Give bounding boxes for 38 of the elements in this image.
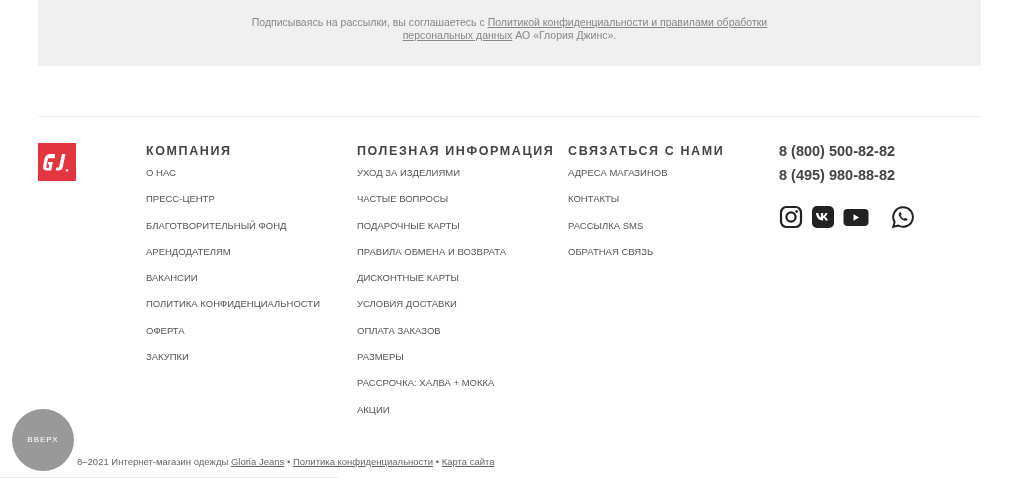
vk-icon[interactable] — [811, 205, 835, 229]
footer-link[interactable]: ОПЛАТА ЗАКАЗОВ — [357, 324, 568, 337]
footer-link[interactable]: РАЗМЕРЫ — [357, 351, 568, 364]
consent-text: Подписываясь на рассылки, вы соглашаетесь с Политикой конфиденциальности и правилами обработки персональных данных АО «Глория Джинс». — [250, 16, 769, 42]
whatsapp-icon[interactable] — [891, 205, 915, 229]
logo-icon[interactable] — [38, 143, 76, 181]
footer-link[interactable]: РАССРОЧКА: ХАЛВА + МОККА — [357, 377, 568, 390]
column-heading: КОМПАНИЯ — [146, 143, 233, 159]
column-heading: ПОЛЕЗНАЯ ИНФОРМАЦИЯ — [357, 143, 556, 159]
footer-link[interactable]: ПОЛИТИКА КОНФИДЕНЦИАЛЬНОСТИ — [146, 298, 357, 311]
footer-link[interactable]: ЧАСТЫЕ ВОПРОСЫ — [357, 193, 568, 206]
footer-link[interactable]: ОФЕРТА — [146, 324, 357, 337]
footer-bottom-link[interactable]: Политика конфиденциальности — [292, 456, 434, 467]
footer-link[interactable]: ЗАКУПКИ — [146, 351, 357, 364]
separator-dot: • — [435, 456, 439, 467]
footer-bottom-link[interactable]: Карта сайта — [441, 456, 495, 467]
footer-link[interactable]: О НАС — [146, 167, 357, 179]
phone-link[interactable]: 8 (495) 980-88-82 — [779, 167, 990, 183]
footer-link[interactable]: УХОД ЗА ИЗДЕЛИЯМИ — [357, 167, 568, 179]
instagram-icon[interactable] — [779, 205, 803, 229]
separator-dot: • — [286, 456, 291, 467]
phone-link[interactable]: 8 (800) 500-82-82 — [779, 143, 990, 159]
footer-link[interactable]: АРЕНДОДАТЕЛЯМ — [146, 245, 357, 258]
footer-link[interactable]: БЛАГОТВОРИТЕЛЬНЫЙ ФОНД — [146, 219, 357, 232]
footer-link[interactable]: ПРЕСС-ЦЕНТР — [146, 193, 357, 206]
footer-link[interactable]: АДРЕСА МАГАЗИНОВ — [568, 167, 779, 179]
footer-link[interactable]: УСЛОВИЯ ДОСТАВКИ — [357, 298, 568, 311]
footer-link[interactable]: ОБРАТНАЯ СВЯЗЬ — [568, 245, 779, 258]
footer-bottom-link[interactable]: Gloria Jeans — [230, 456, 285, 467]
footer-link[interactable]: ПРАВИЛА ОБМЕНА И ВОЗВРАТА — [357, 245, 568, 258]
footer-link[interactable]: ВАКАНСИИ — [146, 272, 357, 285]
footer-link[interactable]: РАССЫЛКА SMS — [568, 219, 779, 232]
footer-link[interactable]: ДИСКОНТНЫЕ КАРТЫ — [357, 272, 568, 285]
footer-link[interactable]: КОНТАКТЫ — [568, 193, 779, 206]
copyright-text: 8–2021 Интернет-магазин одежды — [77, 456, 229, 467]
footer-link[interactable]: ПОДАРОЧНЫЕ КАРТЫ — [357, 219, 568, 232]
column-heading: СВЯЗАТЬСЯ С НАМИ — [568, 143, 726, 159]
footer-link[interactable]: АКЦИИ — [357, 403, 568, 416]
